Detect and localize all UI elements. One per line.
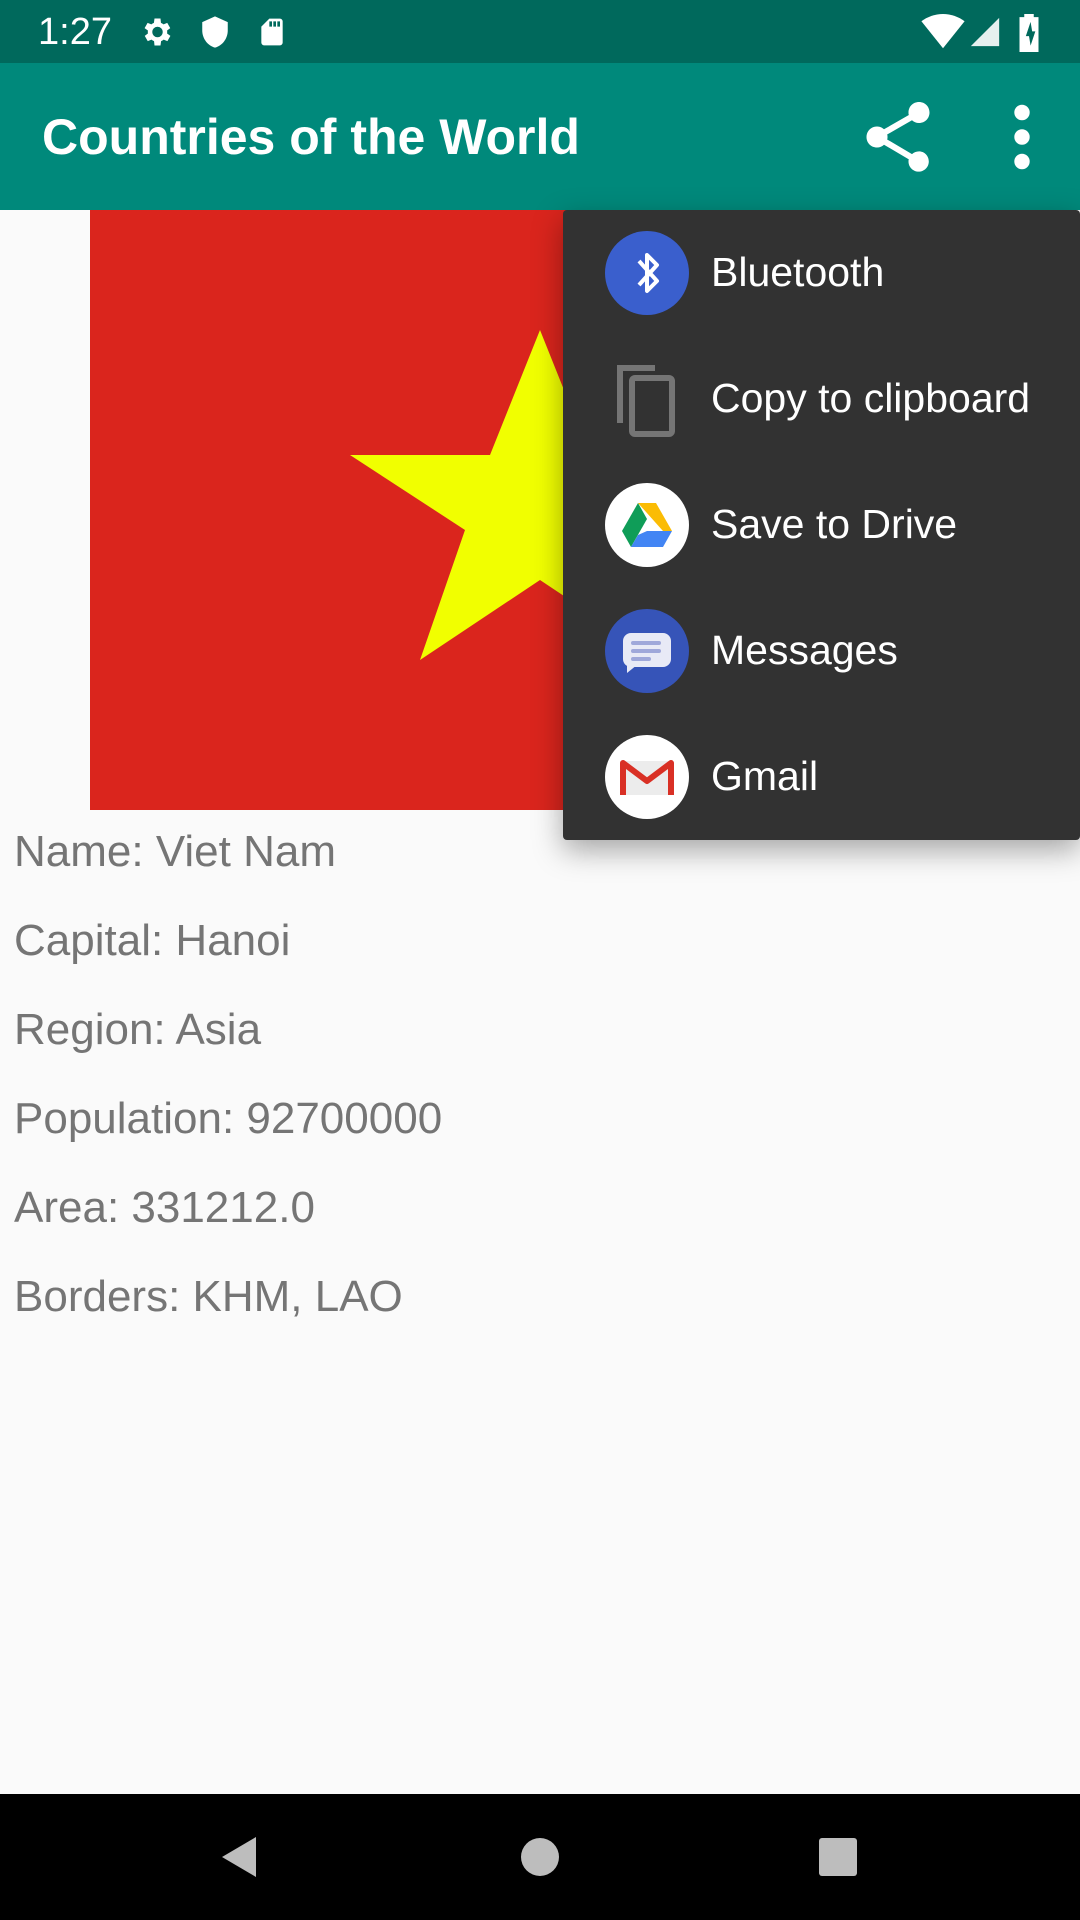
navigation-bar — [0, 1794, 1080, 1920]
country-population: Population: 92700000 — [14, 1094, 443, 1143]
share-item-drive[interactable]: Save to Drive — [563, 462, 1080, 588]
battery-icon — [1019, 14, 1039, 52]
bluetooth-icon — [605, 231, 689, 315]
country-area: Area: 331212.0 — [14, 1183, 315, 1232]
share-item-label: Gmail — [711, 753, 819, 799]
share-item-label: Copy to clipboard — [711, 375, 1031, 421]
share-item-copy[interactable]: Copy to clipboard — [563, 336, 1080, 462]
cell-signal-icon — [970, 17, 1000, 47]
overflow-menu-button[interactable] — [990, 95, 1054, 179]
status-time: 1:27 — [38, 11, 112, 53]
back-icon[interactable] — [210, 1827, 270, 1887]
country-region: Region: Asia — [14, 1005, 262, 1054]
share-item-messages[interactable]: Messages — [563, 588, 1080, 714]
share-item-label: Messages — [711, 627, 898, 673]
drive-icon — [605, 483, 689, 567]
wifi-icon — [921, 14, 965, 49]
share-item-label: Save to Drive — [711, 501, 958, 547]
shield-icon — [202, 16, 228, 48]
recents-icon[interactable] — [808, 1827, 868, 1887]
messages-icon — [605, 609, 689, 693]
share-icon — [866, 102, 930, 172]
app-bar: Countries of the World — [0, 63, 1080, 210]
country-details: Name: Viet Nam Capital: Hanoi Region: As… — [14, 826, 442, 1360]
share-item-label: Bluetooth — [711, 249, 885, 295]
app-title: Countries of the World — [42, 109, 580, 165]
gmail-icon — [605, 735, 689, 819]
gear-icon — [144, 18, 171, 46]
country-name: Name: Viet Nam — [14, 827, 336, 876]
share-item-gmail[interactable]: Gmail — [563, 714, 1080, 840]
country-capital: Capital: Hanoi — [14, 916, 291, 965]
country-borders: Borders: KHM, LAO — [14, 1272, 403, 1321]
share-button[interactable] — [856, 95, 940, 179]
share-item-bluetooth[interactable]: Bluetooth — [563, 210, 1080, 336]
share-menu: Bluetooth Copy to clipboard Save to Driv… — [563, 210, 1080, 840]
sd-card-icon — [261, 18, 283, 46]
more-vert-icon — [1014, 104, 1030, 170]
home-icon[interactable] — [510, 1827, 570, 1887]
copy-icon — [617, 365, 675, 437]
status-bar: 1:27 — [0, 0, 1080, 63]
